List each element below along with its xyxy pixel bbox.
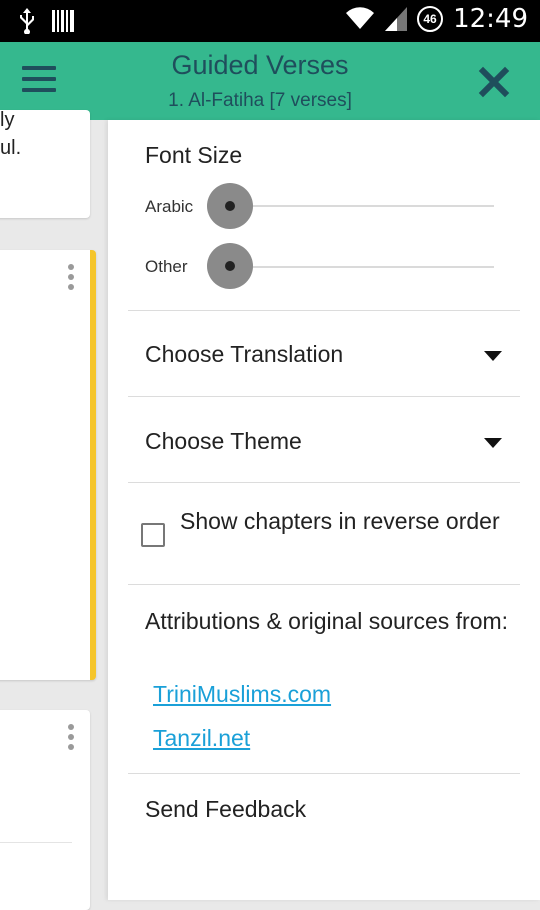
verse-card[interactable]: ly ul. (0, 109, 90, 218)
other-font-slider-track[interactable] (232, 266, 494, 268)
arabic-slider-label: Arabic (145, 197, 194, 216)
dropdown-arrow-icon (484, 438, 502, 448)
other-font-slider-thumb[interactable] (207, 243, 253, 289)
divider (128, 773, 520, 774)
verse-card[interactable] (0, 710, 90, 910)
arabic-font-slider-thumb[interactable] (207, 183, 253, 229)
status-bar: 46 12:49 (0, 0, 540, 42)
divider (128, 482, 520, 483)
settings-panel: Font Size Arabic Other Choose Translatio… (108, 120, 540, 900)
toolbar-subtitle: 1. Al-Fatiha [7 verses] (168, 90, 352, 111)
wifi-icon (346, 7, 375, 29)
choose-theme-label: Choose Theme (145, 428, 302, 454)
choose-translation-dropdown[interactable]: Choose Translation (108, 325, 540, 385)
verse-text-fragment: ly ul. (0, 109, 22, 159)
arabic-font-slider-track[interactable] (232, 205, 494, 207)
status-left-icons (18, 8, 74, 34)
tanzil-link[interactable]: Tanzil.net (153, 725, 250, 752)
network-badge: 46 (417, 6, 444, 32)
choose-translation-label: Choose Translation (145, 341, 344, 367)
font-size-title: Font Size (145, 142, 243, 168)
signal-icon (385, 7, 408, 31)
barcode-icon (52, 10, 74, 32)
status-right-icons: 46 12:49 (345, 4, 528, 34)
divider (128, 396, 520, 397)
reverse-order-label[interactable]: Show chapters in reverse order (180, 506, 500, 536)
reverse-order-checkbox[interactable] (141, 523, 165, 547)
app-toolbar: Guided Verses 1. Al-Fatiha [7 verses] (0, 42, 540, 120)
send-feedback-button[interactable]: Send Feedback (145, 796, 306, 823)
dropdown-arrow-icon (484, 351, 502, 361)
trinimuslims-link[interactable]: TriniMuslims.com (153, 681, 331, 708)
other-slider-label: Other (145, 257, 188, 276)
more-options-icon[interactable] (68, 724, 76, 754)
more-options-icon[interactable] (68, 264, 76, 294)
verse-card-highlighted[interactable] (0, 250, 96, 680)
divider (128, 584, 520, 585)
toolbar-title: Guided Verses (171, 50, 349, 80)
divider (0, 842, 72, 843)
clock: 12:49 (453, 4, 528, 34)
divider (128, 310, 520, 311)
choose-theme-dropdown[interactable]: Choose Theme (108, 412, 540, 472)
close-icon[interactable] (478, 66, 510, 98)
usb-icon (20, 8, 34, 34)
attributions-text: Attributions & original sources from: (145, 608, 509, 634)
